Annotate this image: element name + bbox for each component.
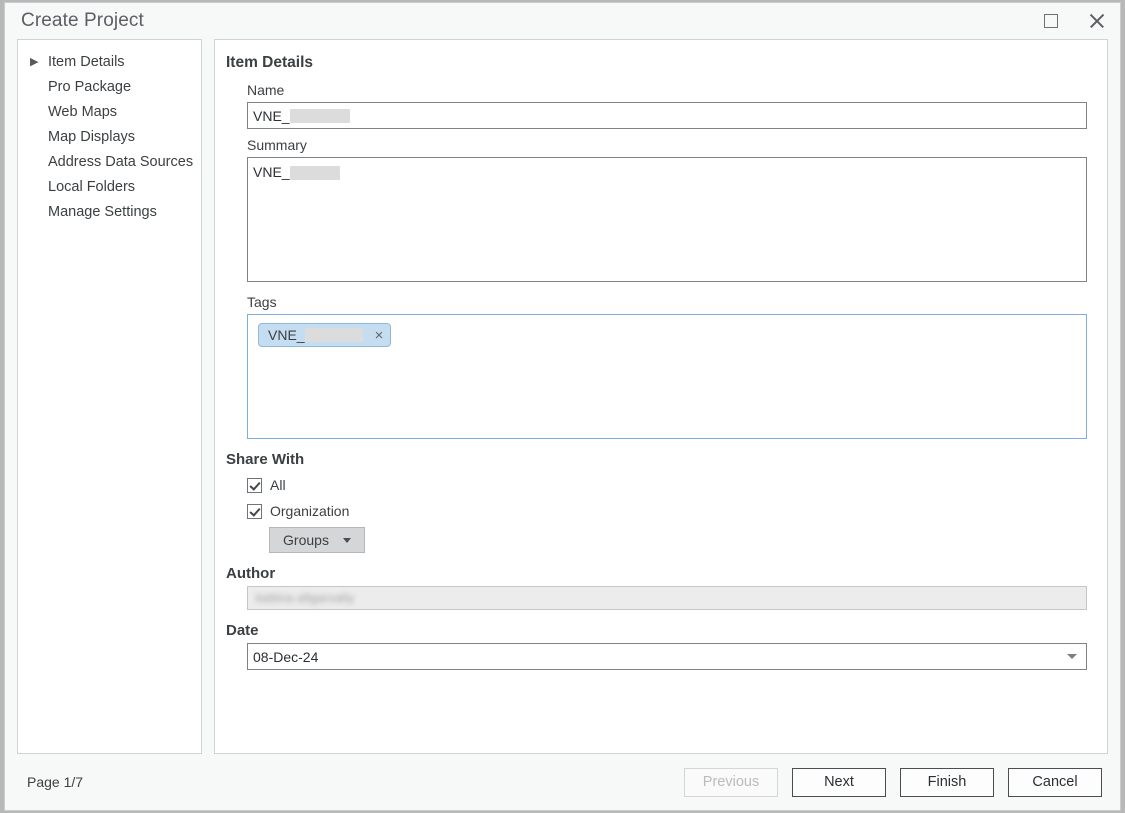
chevron-down-icon bbox=[342, 537, 351, 543]
tags-label: Tags bbox=[247, 294, 277, 310]
sidebar-item-item-details[interactable]: ▶ Item Details bbox=[18, 50, 201, 75]
wizard-sidebar: ▶ Item Details ▶ Pro Package ▶ Web Maps … bbox=[17, 39, 202, 754]
title-bar: Create Project bbox=[5, 3, 1120, 39]
share-all-checkbox[interactable] bbox=[247, 477, 262, 493]
tag-chip[interactable]: VNE_ × bbox=[258, 323, 392, 347]
redaction-block bbox=[289, 166, 340, 181]
sidebar-item-label: Map Displays bbox=[48, 129, 136, 146]
sidebar-item-label: Web Maps bbox=[48, 104, 118, 121]
page-indicator: Page 1/7 bbox=[27, 774, 84, 790]
summary-input[interactable]: VNE_ bbox=[247, 157, 1087, 282]
footer-buttons: Previous Next Finish Cancel bbox=[684, 767, 1102, 797]
author-field: kattina afigarvally bbox=[247, 586, 1087, 610]
share-organization-row[interactable]: Organization bbox=[247, 498, 1091, 524]
next-button[interactable]: Next bbox=[792, 767, 886, 797]
close-button[interactable] bbox=[1074, 3, 1120, 39]
sidebar-item-local-folders[interactable]: ▶ Local Folders bbox=[18, 175, 201, 200]
dialog-body: ▶ Item Details ▶ Pro Package ▶ Web Maps … bbox=[5, 39, 1120, 754]
tag-chip-label: VNE_ bbox=[268, 327, 305, 343]
summary-value: VNE_ bbox=[253, 164, 290, 180]
share-with-label: Share With bbox=[226, 451, 305, 468]
window-title: Create Project bbox=[21, 10, 144, 31]
date-label: Date bbox=[226, 622, 259, 639]
summary-label: Summary bbox=[247, 137, 307, 153]
tag-remove-icon[interactable]: × bbox=[375, 328, 384, 343]
sidebar-item-label: Item Details bbox=[48, 54, 125, 71]
sidebar-item-label: Pro Package bbox=[48, 79, 132, 96]
redaction-block bbox=[289, 108, 350, 123]
name-input[interactable]: VNE_ bbox=[247, 102, 1087, 129]
sidebar-item-label: Address Data Sources bbox=[48, 154, 194, 171]
maximize-button[interactable] bbox=[1028, 3, 1074, 39]
date-combobox[interactable]: 08-Dec-24 bbox=[247, 643, 1087, 670]
window-controls bbox=[1028, 3, 1120, 39]
sidebar-item-address-data-sources[interactable]: ▶ Address Data Sources bbox=[18, 150, 201, 175]
cancel-button[interactable]: Cancel bbox=[1008, 767, 1102, 797]
sidebar-item-label: Local Folders bbox=[48, 179, 136, 196]
date-value: 08-Dec-24 bbox=[253, 648, 319, 665]
sidebar-item-label: Manage Settings bbox=[48, 204, 157, 221]
groups-dropdown-button[interactable]: Groups bbox=[269, 527, 365, 553]
share-organization-label: Organization bbox=[270, 503, 350, 519]
groups-dropdown-label: Groups bbox=[283, 532, 329, 548]
page-title: Item Details bbox=[226, 54, 314, 71]
chevron-down-icon[interactable] bbox=[1067, 654, 1077, 659]
sidebar-item-map-displays[interactable]: ▶ Map Displays bbox=[18, 125, 201, 150]
author-label: Author bbox=[226, 565, 276, 582]
redaction-block bbox=[304, 328, 363, 342]
close-icon bbox=[1088, 12, 1106, 30]
finish-button[interactable]: Finish bbox=[900, 767, 994, 797]
item-details-panel: Item Details Name VNE_ Summary VNE_ Tags… bbox=[214, 39, 1108, 754]
previous-button[interactable]: Previous bbox=[684, 767, 778, 797]
sidebar-item-web-maps[interactable]: ▶ Web Maps bbox=[18, 100, 201, 125]
name-label: Name bbox=[247, 82, 285, 98]
sidebar-item-manage-settings[interactable]: ▶ Manage Settings bbox=[18, 200, 201, 225]
share-organization-checkbox[interactable] bbox=[247, 503, 262, 519]
author-value: kattina afigarvally bbox=[256, 591, 355, 605]
sidebar-item-pro-package[interactable]: ▶ Pro Package bbox=[18, 75, 201, 100]
selection-arrow-icon: ▶ bbox=[30, 56, 39, 68]
share-all-row[interactable]: All bbox=[247, 472, 1091, 498]
share-all-label: All bbox=[270, 477, 286, 493]
maximize-icon bbox=[1044, 14, 1058, 28]
tags-input[interactable]: VNE_ × bbox=[247, 314, 1087, 439]
create-project-dialog: Create Project ▶ Item Details ▶ Pro Pack… bbox=[4, 2, 1121, 811]
dialog-footer: Page 1/7 Previous Next Finish Cancel bbox=[5, 754, 1120, 810]
name-value: VNE_ bbox=[253, 107, 290, 124]
